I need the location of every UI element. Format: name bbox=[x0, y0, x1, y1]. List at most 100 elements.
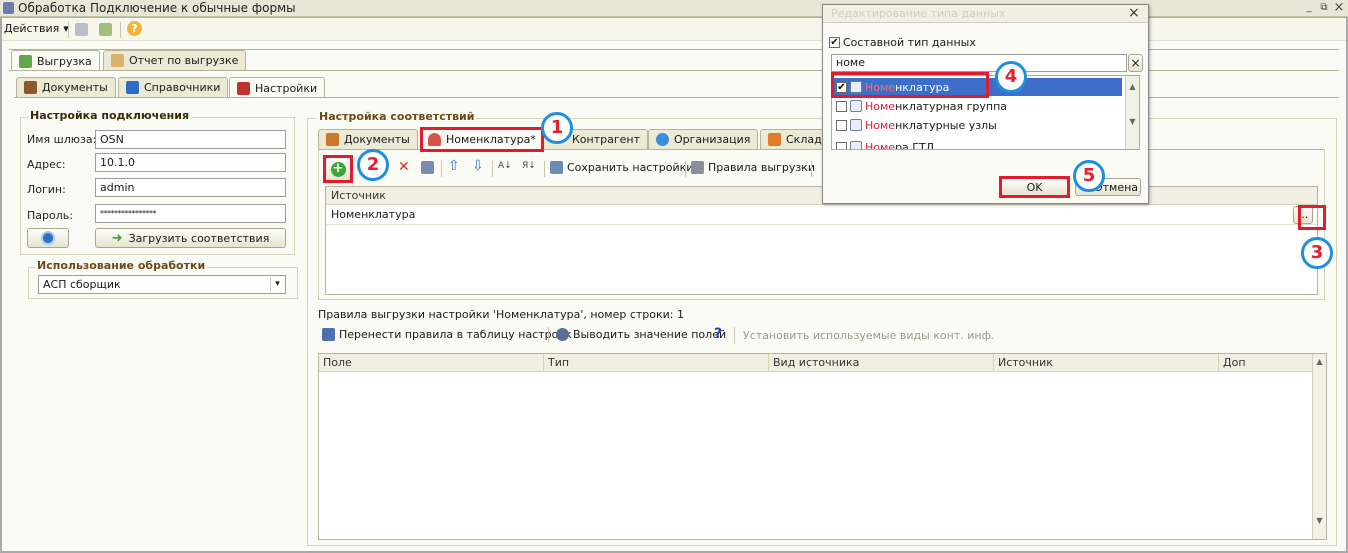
connect-button[interactable] bbox=[27, 228, 69, 248]
connection-group-title: Настройка подключения bbox=[28, 109, 192, 122]
item-checkbox[interactable] bbox=[836, 100, 847, 112]
help-icon[interactable]: ? bbox=[714, 326, 722, 342]
scroll-down-icon[interactable]: ▼ bbox=[1313, 516, 1326, 525]
login-input[interactable]: admin bbox=[95, 178, 286, 197]
tab-export[interactable]: Выгрузка bbox=[11, 50, 100, 71]
close-icon[interactable]: × bbox=[1332, 1, 1346, 15]
tab-organization[interactable]: Организация bbox=[648, 129, 759, 149]
column-source-kind[interactable]: Вид источника bbox=[769, 354, 994, 372]
catalog-icon bbox=[850, 119, 862, 131]
scroll-down-icon[interactable]: ▼ bbox=[1126, 117, 1139, 126]
settings-disabled-icon[interactable] bbox=[75, 23, 88, 36]
transfer-rules-button[interactable]: Перенести правила в таблицу настроек bbox=[322, 328, 572, 341]
scroll-up-icon[interactable]: ▲ bbox=[1126, 82, 1139, 91]
highlight-add-button bbox=[323, 155, 353, 183]
move-up-icon[interactable]: ⇧ bbox=[448, 158, 460, 174]
composite-type-label: Составной тип данных bbox=[843, 35, 976, 49]
gateway-input[interactable]: OSN bbox=[95, 130, 286, 149]
tab-catalogs-label: Справочники bbox=[144, 81, 221, 94]
gateway-label: Имя шлюза: bbox=[27, 133, 97, 146]
toolbar-separator bbox=[441, 161, 442, 177]
list-item[interactable]: Номера ГТД bbox=[832, 138, 1122, 150]
item-match-text: Номе bbox=[865, 118, 896, 132]
tab-settings[interactable]: Настройки bbox=[229, 77, 326, 98]
show-fields-button[interactable]: Выводить значение полей bbox=[556, 328, 726, 341]
usage-select[interactable]: АСП сборщик ▾ bbox=[38, 275, 286, 294]
chevron-down-icon[interactable]: ▾ bbox=[270, 277, 284, 292]
address-input[interactable]: 10.1.0 bbox=[95, 153, 286, 172]
clear-search-button[interactable]: × bbox=[1128, 54, 1143, 72]
upload-icon[interactable] bbox=[99, 23, 112, 36]
actions-menu[interactable]: Действия ▾ bbox=[4, 22, 69, 35]
dialog-close-icon[interactable]: × bbox=[1128, 5, 1140, 21]
toolbar-separator bbox=[492, 161, 493, 177]
list-item[interactable]: Номенклатурная группа bbox=[832, 97, 1122, 115]
callout-1: 1 bbox=[541, 112, 573, 144]
show-fields-label: Выводить значение полей bbox=[573, 328, 727, 341]
set-contact-kinds-button[interactable]: Установить используемые виды конт. инф. bbox=[743, 329, 994, 342]
load-mappings-button[interactable]: ➜ Загрузить соответствия bbox=[95, 228, 286, 248]
window-title: Обработка Подключение к обычные формы bbox=[18, 1, 296, 15]
minimize-icon[interactable]: _ bbox=[1302, 1, 1316, 15]
rules-scrollbar[interactable]: ▲ ▼ bbox=[1312, 354, 1326, 539]
save-disk-icon[interactable] bbox=[421, 161, 434, 174]
column-field[interactable]: Поле bbox=[319, 354, 544, 372]
item-checkbox[interactable] bbox=[836, 141, 847, 149]
source-cell: Номенклатура bbox=[331, 208, 416, 221]
tab-export-label: Выгрузка bbox=[37, 54, 92, 68]
type-search-input[interactable]: номе bbox=[831, 54, 1127, 72]
tab-documents[interactable]: Документы bbox=[16, 77, 116, 97]
item-checkbox[interactable] bbox=[836, 119, 847, 131]
password-input[interactable]: **************** bbox=[95, 204, 286, 223]
callout-2: 2 bbox=[357, 149, 389, 181]
sort-desc-icon[interactable]: Я↓ bbox=[522, 161, 536, 171]
organization-icon bbox=[656, 133, 669, 146]
toolbar-separator bbox=[544, 161, 545, 177]
column-type[interactable]: Тип bbox=[544, 354, 769, 372]
tab-report-label: Отчет по выгрузке bbox=[129, 54, 239, 67]
load-mappings-label: Загрузить соответствия bbox=[128, 231, 270, 245]
arrow-right-icon: ➜ bbox=[111, 230, 123, 246]
rules-info-text: Правила выгрузки настройки 'Номенклатура… bbox=[318, 308, 684, 321]
briefcase-icon bbox=[24, 81, 37, 94]
table-row[interactable]: Номенклатура ... bbox=[326, 205, 1317, 225]
save-settings-button[interactable]: Сохранить настройки bbox=[550, 161, 693, 174]
tab-settings-label: Настройки bbox=[255, 81, 318, 95]
power-icon bbox=[41, 231, 55, 245]
actions-label: Действия bbox=[4, 22, 60, 35]
tab-documents-label: Документы bbox=[42, 81, 108, 94]
list-item[interactable]: Номенклатурные узлы bbox=[832, 116, 1122, 134]
export-rules-button[interactable]: Правила выгрузки bbox=[691, 161, 815, 174]
tab-warehouse[interactable]: Склад bbox=[760, 129, 830, 149]
usage-value: АСП сборщик bbox=[43, 278, 121, 291]
composite-type-checkbox[interactable]: ✔ Составной тип данных bbox=[829, 33, 1111, 51]
documents-icon bbox=[326, 133, 339, 146]
tab-map-documents-label: Документы bbox=[344, 133, 410, 146]
tab-contractor-label: Контрагент bbox=[572, 133, 641, 146]
restore-icon[interactable]: ⧉ bbox=[1317, 1, 1331, 15]
tab-catalogs[interactable]: Справочники bbox=[118, 77, 229, 97]
column-extra[interactable]: Доп bbox=[1219, 354, 1312, 372]
item-text: нклатурная группа bbox=[895, 99, 1008, 113]
tab-map-documents[interactable]: Документы bbox=[318, 129, 418, 149]
item-match-text: Номе bbox=[865, 140, 896, 150]
help-icon[interactable]: ? bbox=[127, 21, 142, 36]
toolbar-separator bbox=[734, 327, 735, 343]
highlight-ok-button bbox=[999, 176, 1070, 198]
highlight-nomenclature-item bbox=[831, 72, 989, 98]
save-settings-label: Сохранить настройки bbox=[567, 161, 694, 174]
move-down-icon[interactable]: ⇩ bbox=[472, 158, 484, 174]
warehouse-icon bbox=[768, 133, 781, 146]
type-list-scrollbar[interactable]: ▲ ▼ bbox=[1125, 76, 1139, 149]
delete-icon[interactable]: ✕ bbox=[398, 159, 410, 175]
sort-asc-icon[interactable]: A↓ bbox=[498, 161, 512, 171]
composite-checkbox-icon[interactable]: ✔ bbox=[829, 36, 840, 48]
catalog-icon bbox=[850, 141, 862, 149]
address-label: Адрес: bbox=[27, 158, 66, 171]
tab-export-report[interactable]: Отчет по выгрузке bbox=[103, 50, 247, 70]
usage-group-title: Использование обработки bbox=[35, 259, 208, 272]
column-source[interactable]: Источник bbox=[994, 354, 1219, 372]
scroll-up-icon[interactable]: ▲ bbox=[1313, 357, 1326, 366]
report-icon bbox=[111, 54, 124, 67]
settings-icon bbox=[237, 81, 250, 95]
